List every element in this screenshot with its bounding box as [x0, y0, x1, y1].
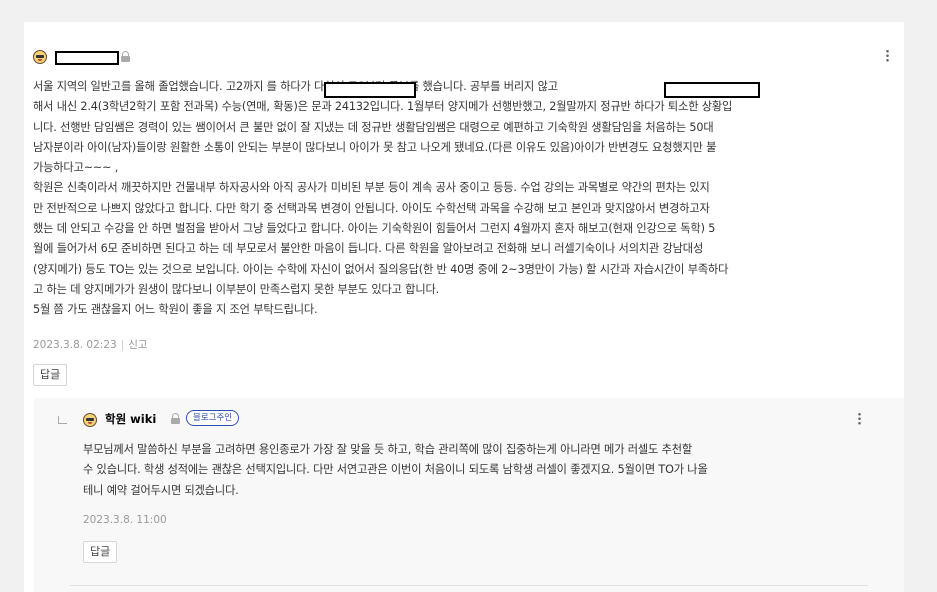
- comment-header: [33, 47, 893, 67]
- meta-separator: |: [120, 339, 125, 351]
- redacted-text: [324, 82, 416, 98]
- reply-author[interactable]: 학원 wiki: [105, 411, 156, 427]
- comment-line: 니다. 선행반 담임쌤은 경력이 있는 쌤이어서 큰 불만 없이 잘 지냈는 데…: [33, 120, 714, 134]
- comment-line: 서울 지역의 일반고를 올해 졸업했습니다. 고2까지 를 하다가 다쳐서 고3…: [33, 80, 558, 93]
- reply-line: 수 있습니다. 학생 성적에는 괜찮은 선택지입니다. 다만 서연고관은 이번이…: [83, 463, 708, 477]
- divider: [70, 585, 868, 586]
- reply-body: 부모님께서 말씀하신 부분을 고려하면 용인종로가 가장 잘 맞을 듯 하고, …: [83, 440, 863, 501]
- reply-button[interactable]: 답글: [33, 364, 68, 386]
- emoji-face-icon[interactable]: [83, 413, 97, 427]
- reply-line: 부모님께서 말씀하신 부분을 고려하면 용인종로가 가장 잘 맞을 듯 하고, …: [83, 443, 693, 456]
- comment-line: 고 하는 데 양지메가가 원생이 많다보니 이부분이 만족스럽지 못한 부분도 …: [33, 282, 440, 296]
- comment-line: 가능하다고~~~ ,: [33, 161, 119, 175]
- lock-icon: [121, 51, 130, 62]
- reply-meta: 2023.3.8. 11:00: [83, 514, 167, 526]
- report-link[interactable]: 신고: [128, 339, 147, 351]
- reply-button[interactable]: 답글: [83, 541, 118, 563]
- comment-meta: 2023.3.8. 02:23 | 신고: [33, 337, 148, 352]
- reply-date: 2023.3.8. 11:00: [83, 514, 167, 526]
- blog-owner-badge: 블로그주인: [186, 410, 240, 426]
- comment-line: 학원은 신축이라서 깨끗하지만 건물내부 하자공사와 아직 공사가 미비된 부분…: [33, 181, 710, 195]
- author-name-redacted[interactable]: [55, 51, 119, 65]
- comment-line: (양지메가) 등도 TO는 있는 것으로 보입니다. 아이는 수학에 자신이 없…: [33, 262, 729, 276]
- comment-panel: 서울 지역의 일반고를 올해 졸업했습니다. 고2까지 를 하다가 다쳐서 고3…: [24, 22, 904, 592]
- more-vertical-icon[interactable]: [886, 49, 889, 62]
- reply-line: 테니 예약 걸어두시면 되겠습니다.: [83, 483, 239, 497]
- redacted-text: [664, 82, 760, 98]
- comment-line: 만 전반적으로 나쁘지 않았다고 합니다. 다만 학기 중 선택과목 변경이 안…: [33, 201, 710, 215]
- comment-body: 서울 지역의 일반고를 올해 졸업했습니다. 고2까지 를 하다가 다쳐서 고3…: [33, 77, 895, 321]
- more-vertical-icon[interactable]: [858, 412, 861, 425]
- reply-arrow-icon: [58, 416, 67, 424]
- comment-line: 해서 내신 2.4(3학년2학기 포함 전과목) 수능(연매, 확동)은 문과 …: [33, 100, 733, 114]
- lock-icon: [171, 413, 180, 424]
- comment-line: 했는 데 안되고 수강을 안 하면 벌점을 받아서 그냥 들었다고 합니다. 아…: [33, 222, 716, 236]
- emoji-face-icon[interactable]: [33, 50, 47, 64]
- reply-comment: 학원 wiki 블로그주인 부모님께서 말씀하신 부분을 고려하면 용인종로가 …: [34, 398, 904, 592]
- comment-line: 월에 들어가서 6모 준비하면 된다고 하는 데 부모로서 불안한 마음이 듭니…: [33, 242, 704, 256]
- comment-line: 남자분이라 아이(남자)들이랑 원활한 소통이 안되는 부분이 많다보니 아이가…: [33, 140, 717, 154]
- comment-date: 2023.3.8. 02:23: [33, 339, 117, 351]
- comment-line: 5월 쯤 가도 괜찮을지 어느 학원이 좋을 지 조언 부탁드립니다.: [33, 303, 318, 317]
